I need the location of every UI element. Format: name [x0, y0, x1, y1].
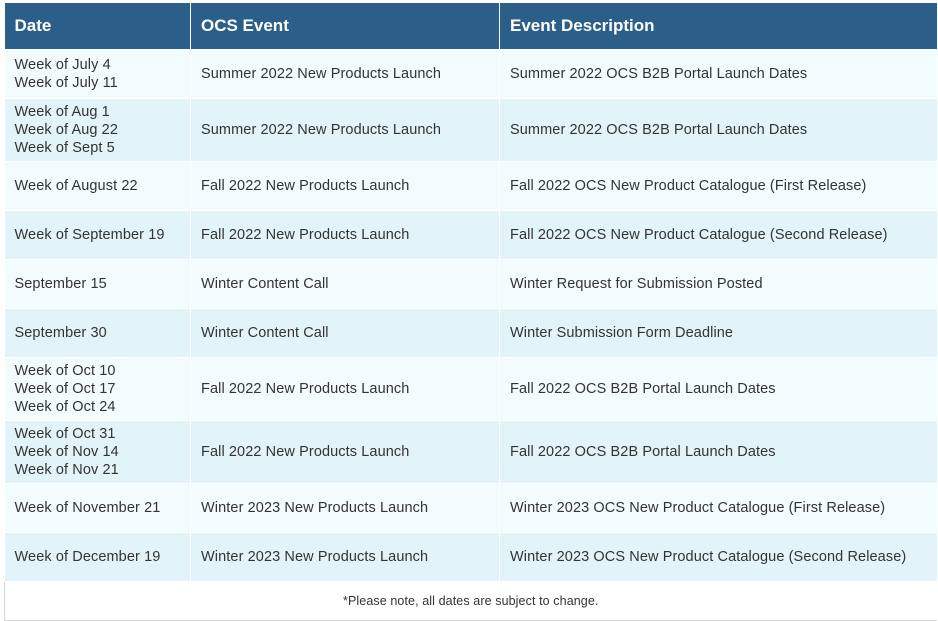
cell-description: Winter Request for Submission Posted	[499, 259, 937, 309]
cell-date: Week of August 22	[4, 161, 191, 211]
cell-event: Winter 2023 New Products Launch	[190, 532, 500, 582]
cell-description: Winter 2023 OCS New Product Catalogue (S…	[499, 532, 937, 582]
cell-date: Week of Aug 1 Week of Aug 22 Week of Sep…	[4, 98, 191, 162]
table-row: September 15 Winter Content Call Winter …	[4, 259, 937, 309]
cell-event: Fall 2022 New Products Launch	[190, 161, 500, 211]
cell-date: Week of November 21	[4, 483, 191, 533]
table-note-row: *Please note, all dates are subject to c…	[4, 581, 937, 621]
cell-description: Summer 2022 OCS B2B Portal Launch Dates	[499, 49, 937, 99]
table-row: Week of Aug 1 Week of Aug 22 Week of Sep…	[4, 98, 937, 162]
cell-event: Summer 2022 New Products Launch	[190, 98, 500, 162]
schedule-table-container: Date OCS Event Event Description Week of…	[4, 3, 937, 621]
cell-date: September 30	[4, 308, 191, 358]
cell-date: Week of December 19	[4, 532, 191, 582]
table-row: Week of December 19 Winter 2023 New Prod…	[4, 532, 937, 582]
header-date: Date	[4, 3, 191, 50]
table-row: Week of July 4 Week of July 11 Summer 20…	[4, 49, 937, 99]
cell-description: Winter 2023 OCS New Product Catalogue (F…	[499, 483, 937, 533]
schedule-table: Date OCS Event Event Description Week of…	[4, 3, 937, 621]
cell-description: Winter Submission Form Deadline	[499, 308, 937, 358]
cell-date: Week of July 4 Week of July 11	[4, 49, 191, 99]
cell-description: Summer 2022 OCS B2B Portal Launch Dates	[499, 98, 937, 162]
header-event-description: Event Description	[499, 3, 937, 50]
cell-date: September 15	[4, 259, 191, 309]
cell-event: Summer 2022 New Products Launch	[190, 49, 500, 99]
cell-event: Fall 2022 New Products Launch	[190, 357, 500, 421]
table-row: September 30 Winter Content Call Winter …	[4, 308, 937, 358]
cell-description: Fall 2022 OCS B2B Portal Launch Dates	[499, 420, 937, 484]
cell-date: Week of September 19	[4, 210, 191, 260]
cell-description: Fall 2022 OCS B2B Portal Launch Dates	[499, 357, 937, 421]
header-ocs-event: OCS Event	[190, 3, 500, 50]
table-row: Week of Oct 31 Week of Nov 14 Week of No…	[4, 420, 937, 484]
disclaimer-note: *Please note, all dates are subject to c…	[4, 581, 937, 621]
cell-description: Fall 2022 OCS New Product Catalogue (Sec…	[499, 210, 937, 260]
cell-event: Winter Content Call	[190, 259, 500, 309]
table-row: Week of August 22 Fall 2022 New Products…	[4, 161, 937, 211]
table-row: Week of September 19 Fall 2022 New Produ…	[4, 210, 937, 260]
cell-event: Winter Content Call	[190, 308, 500, 358]
cell-event: Fall 2022 New Products Launch	[190, 210, 500, 260]
cell-event: Fall 2022 New Products Launch	[190, 420, 500, 484]
cell-event: Winter 2023 New Products Launch	[190, 483, 500, 533]
table-row: Week of November 21 Winter 2023 New Prod…	[4, 483, 937, 533]
cell-description: Fall 2022 OCS New Product Catalogue (Fir…	[499, 161, 937, 211]
table-header-row: Date OCS Event Event Description	[4, 3, 937, 50]
cell-date: Week of Oct 31 Week of Nov 14 Week of No…	[4, 420, 191, 484]
table-row: Week of Oct 10 Week of Oct 17 Week of Oc…	[4, 357, 937, 421]
cell-date: Week of Oct 10 Week of Oct 17 Week of Oc…	[4, 357, 191, 421]
